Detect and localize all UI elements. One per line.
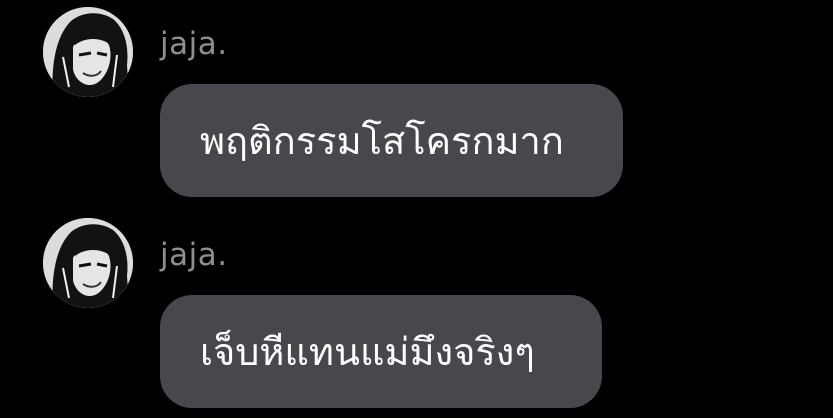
chat-thread: jaja. พฤติกรรมโสโครกมาก jaja. เจ็บหีแทนแ…: [0, 0, 833, 418]
message-text: พฤติกรรมโสโครกมาก: [200, 118, 564, 163]
sender-avatar[interactable]: [43, 218, 133, 308]
message-bubble[interactable]: เจ็บหีแทนแม่มึงจริงๆ: [160, 295, 602, 408]
anime-profile-avatar-icon: [43, 218, 133, 308]
message-text: เจ็บหีแทนแม่มึงจริงๆ: [200, 329, 535, 374]
message-bubble[interactable]: พฤติกรรมโสโครกมาก: [160, 84, 623, 197]
sender-name[interactable]: jaja.: [160, 235, 228, 275]
sender-name[interactable]: jaja.: [160, 24, 228, 64]
sender-avatar[interactable]: [43, 7, 133, 97]
anime-profile-avatar-icon: [43, 7, 133, 97]
